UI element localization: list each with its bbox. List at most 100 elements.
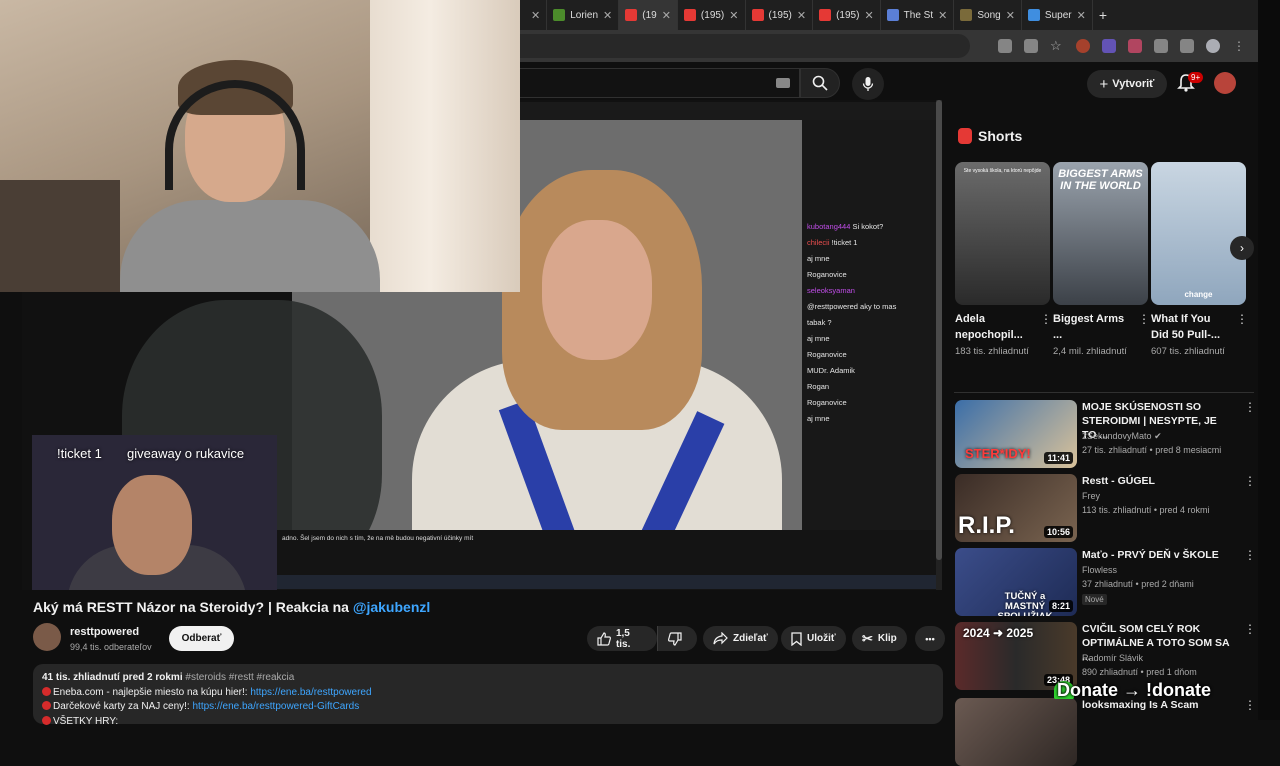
- video-duration: 11:41: [1044, 452, 1073, 464]
- cast-icon[interactable]: [998, 39, 1012, 53]
- mention-link[interactable]: @jakubenzl: [353, 599, 430, 615]
- extension-icon-purple[interactable]: [1102, 39, 1116, 53]
- tab-close-icon[interactable]: ✕: [1006, 9, 1015, 22]
- short-title[interactable]: Biggest Arms ...: [1053, 311, 1133, 343]
- shorts-logo-icon: [958, 128, 972, 144]
- recommended-menu-icon[interactable]: ⋮: [1244, 548, 1256, 562]
- short-thumbnail[interactable]: BIGGEST ARMS IN THE WORLD: [1053, 162, 1148, 305]
- tab-close-icon[interactable]: ✕: [1077, 9, 1086, 22]
- hashtags[interactable]: #steroids #restt #reakcia: [185, 672, 294, 683]
- extensions-puzzle-icon[interactable]: [1154, 39, 1168, 53]
- short-card[interactable]: Ste vysoká škola, na ktorú nepôjde Adela…: [955, 162, 1052, 359]
- search-input[interactable]: [520, 68, 800, 98]
- bookmark-star-icon[interactable]: ☆: [1050, 39, 1064, 53]
- search-button[interactable]: [800, 68, 840, 98]
- dislike-button[interactable]: [657, 626, 697, 651]
- tab-close-icon[interactable]: ✕: [729, 9, 738, 22]
- new-tab-button[interactable]: +: [1093, 0, 1113, 30]
- recommended-channel[interactable]: 2SekundovyMato ✔: [1082, 431, 1162, 442]
- browser-tab[interactable]: Lorien ✕: [547, 0, 620, 30]
- recommended-menu-icon[interactable]: ⋮: [1244, 474, 1256, 488]
- share-label: Zdieľať: [733, 633, 768, 644]
- short-title[interactable]: What If You Did 50 Pull-...: [1151, 311, 1231, 343]
- channel-name[interactable]: resttpowered: [70, 626, 139, 638]
- keyboard-icon[interactable]: [776, 78, 790, 88]
- tab-close-icon[interactable]: ✕: [797, 9, 806, 22]
- extension-icon-pen[interactable]: [1128, 39, 1142, 53]
- recommended-menu-icon[interactable]: ⋮: [1244, 622, 1256, 636]
- short-title[interactable]: Adela nepochopil...: [955, 311, 1035, 343]
- tab-favicon-icon: [960, 9, 973, 21]
- browser-tab[interactable]: Song ✕: [954, 0, 1022, 30]
- address-bar[interactable]: [520, 34, 970, 58]
- tab-close-icon[interactable]: ✕: [938, 9, 947, 22]
- chat-message: MUDr. Adamik: [807, 366, 855, 375]
- recommended-channel[interactable]: Radomír Slávik: [1082, 653, 1143, 663]
- recommended-menu-icon[interactable]: ⋮: [1244, 400, 1256, 414]
- description-link[interactable]: https://ene.ba/resttpowered: [250, 687, 371, 698]
- channel-avatar[interactable]: [33, 623, 61, 651]
- description-link[interactable]: https://ene.ba/resttpowered-GiftCards: [193, 701, 360, 712]
- giveaway-overlay-text: giveaway o rukavice: [127, 446, 245, 461]
- browser-tab[interactable]: ✕: [520, 0, 548, 30]
- recommended-thumbnail[interactable]: [955, 698, 1077, 766]
- browser-tab[interactable]: (19 ✕: [619, 0, 678, 30]
- more-actions-button[interactable]: •••: [915, 626, 945, 651]
- recommended-video[interactable]: looksmaxing Is A Scam ⋮: [955, 698, 1256, 766]
- tab-close-icon[interactable]: ✕: [531, 9, 540, 22]
- scissors-icon: ✂: [862, 630, 873, 646]
- short-thumbnail[interactable]: change: [1151, 162, 1246, 305]
- recommended-video[interactable]: STER*IDY! 11:41 MOJE SKÚSENOSTI SO STERO…: [955, 400, 1256, 468]
- browser-tab[interactable]: (195) ✕: [813, 0, 881, 30]
- save-button[interactable]: Uložiť: [781, 626, 846, 651]
- recommended-meta: 37 zhliadnutí • pred 2 dňami: [1082, 579, 1194, 589]
- browser-tab[interactable]: (195) ✕: [746, 0, 814, 30]
- tab-close-icon[interactable]: ✕: [662, 9, 671, 22]
- short-thumbnail[interactable]: Ste vysoká škola, na ktorú nepôjde: [955, 162, 1050, 305]
- recommended-channel[interactable]: Frey: [1082, 491, 1100, 501]
- recommended-meta: 113 tis. zhliadnutí • pred 4 rokmi: [1082, 505, 1210, 515]
- short-menu-icon[interactable]: ⋮: [1236, 312, 1248, 326]
- voice-search-button[interactable]: [852, 68, 884, 100]
- recommended-thumbnail[interactable]: R.I.P. 10:56: [955, 474, 1077, 542]
- chat-text: MUDr. Adamik: [807, 366, 855, 375]
- share-button[interactable]: Zdieľať: [703, 626, 778, 651]
- like-button[interactable]: 1,5 tis.: [587, 626, 657, 651]
- verified-check-icon: ✔: [1154, 431, 1162, 441]
- page-scrollbar-thumb[interactable]: [936, 100, 942, 560]
- recommended-menu-icon[interactable]: ⋮: [1244, 698, 1256, 712]
- video-description[interactable]: 41 tis. zhliadnutí pred 2 rokmi #steroid…: [33, 664, 943, 727]
- like-count: 1,5 tis.: [615, 627, 631, 650]
- short-card[interactable]: BIGGEST ARMS IN THE WORLD Biggest Arms .…: [1053, 162, 1150, 359]
- tab-close-icon[interactable]: ✕: [864, 9, 873, 22]
- recommended-video[interactable]: R.I.P. 10:56 Restt - GÚGEL Frey 113 tis.…: [955, 474, 1256, 542]
- browser-tab[interactable]: Super ✕: [1022, 0, 1093, 30]
- short-menu-icon[interactable]: ⋮: [1138, 312, 1150, 326]
- recommended-title[interactable]: Restt - GÚGEL: [1082, 474, 1232, 488]
- red-circle-icon: [42, 701, 51, 710]
- account-avatar[interactable]: [1214, 72, 1236, 94]
- translate-icon[interactable]: [1024, 39, 1038, 53]
- browser-menu-icon[interactable]: ⋮: [1232, 39, 1246, 53]
- subscribe-button[interactable]: Odberať: [169, 626, 234, 651]
- recommended-channel[interactable]: Flowless: [1082, 565, 1117, 575]
- subscriber-count: 99,4 tis. odberateľov: [70, 642, 152, 652]
- create-button[interactable]: + Vytvoriť: [1087, 70, 1167, 98]
- profile-icon[interactable]: [1206, 39, 1220, 53]
- clip-button[interactable]: ✂ Klip: [852, 626, 907, 651]
- browser-tab[interactable]: The St ✕: [881, 0, 955, 30]
- recommended-video[interactable]: TUČNÝ a MASTNÝ SPOLUŽIAK 8:21 Maťo - PRV…: [955, 548, 1256, 616]
- chat-text: !ticket 1: [831, 238, 858, 247]
- browser-tab[interactable]: (195) ✕: [678, 0, 746, 30]
- chat-message: aj mne: [807, 254, 830, 263]
- tab-close-icon[interactable]: ✕: [603, 9, 612, 22]
- recommended-thumbnail[interactable]: TUČNÝ a MASTNÝ SPOLUŽIAK 8:21: [955, 548, 1077, 616]
- short-menu-icon[interactable]: ⋮: [1040, 312, 1052, 326]
- inner-taskbar: [277, 575, 942, 589]
- shorts-next-arrow-icon[interactable]: ›: [1230, 236, 1254, 260]
- short-card[interactable]: change What If You Did 50 Pull-... 607 t…: [1151, 162, 1248, 359]
- recommended-title[interactable]: Maťo - PRVÝ DEŇ v ŠKOLE: [1082, 548, 1232, 562]
- media-controls-icon[interactable]: [1180, 39, 1194, 53]
- extension-icon-red[interactable]: [1076, 39, 1090, 53]
- recommended-thumbnail[interactable]: STER*IDY! 11:41: [955, 400, 1077, 468]
